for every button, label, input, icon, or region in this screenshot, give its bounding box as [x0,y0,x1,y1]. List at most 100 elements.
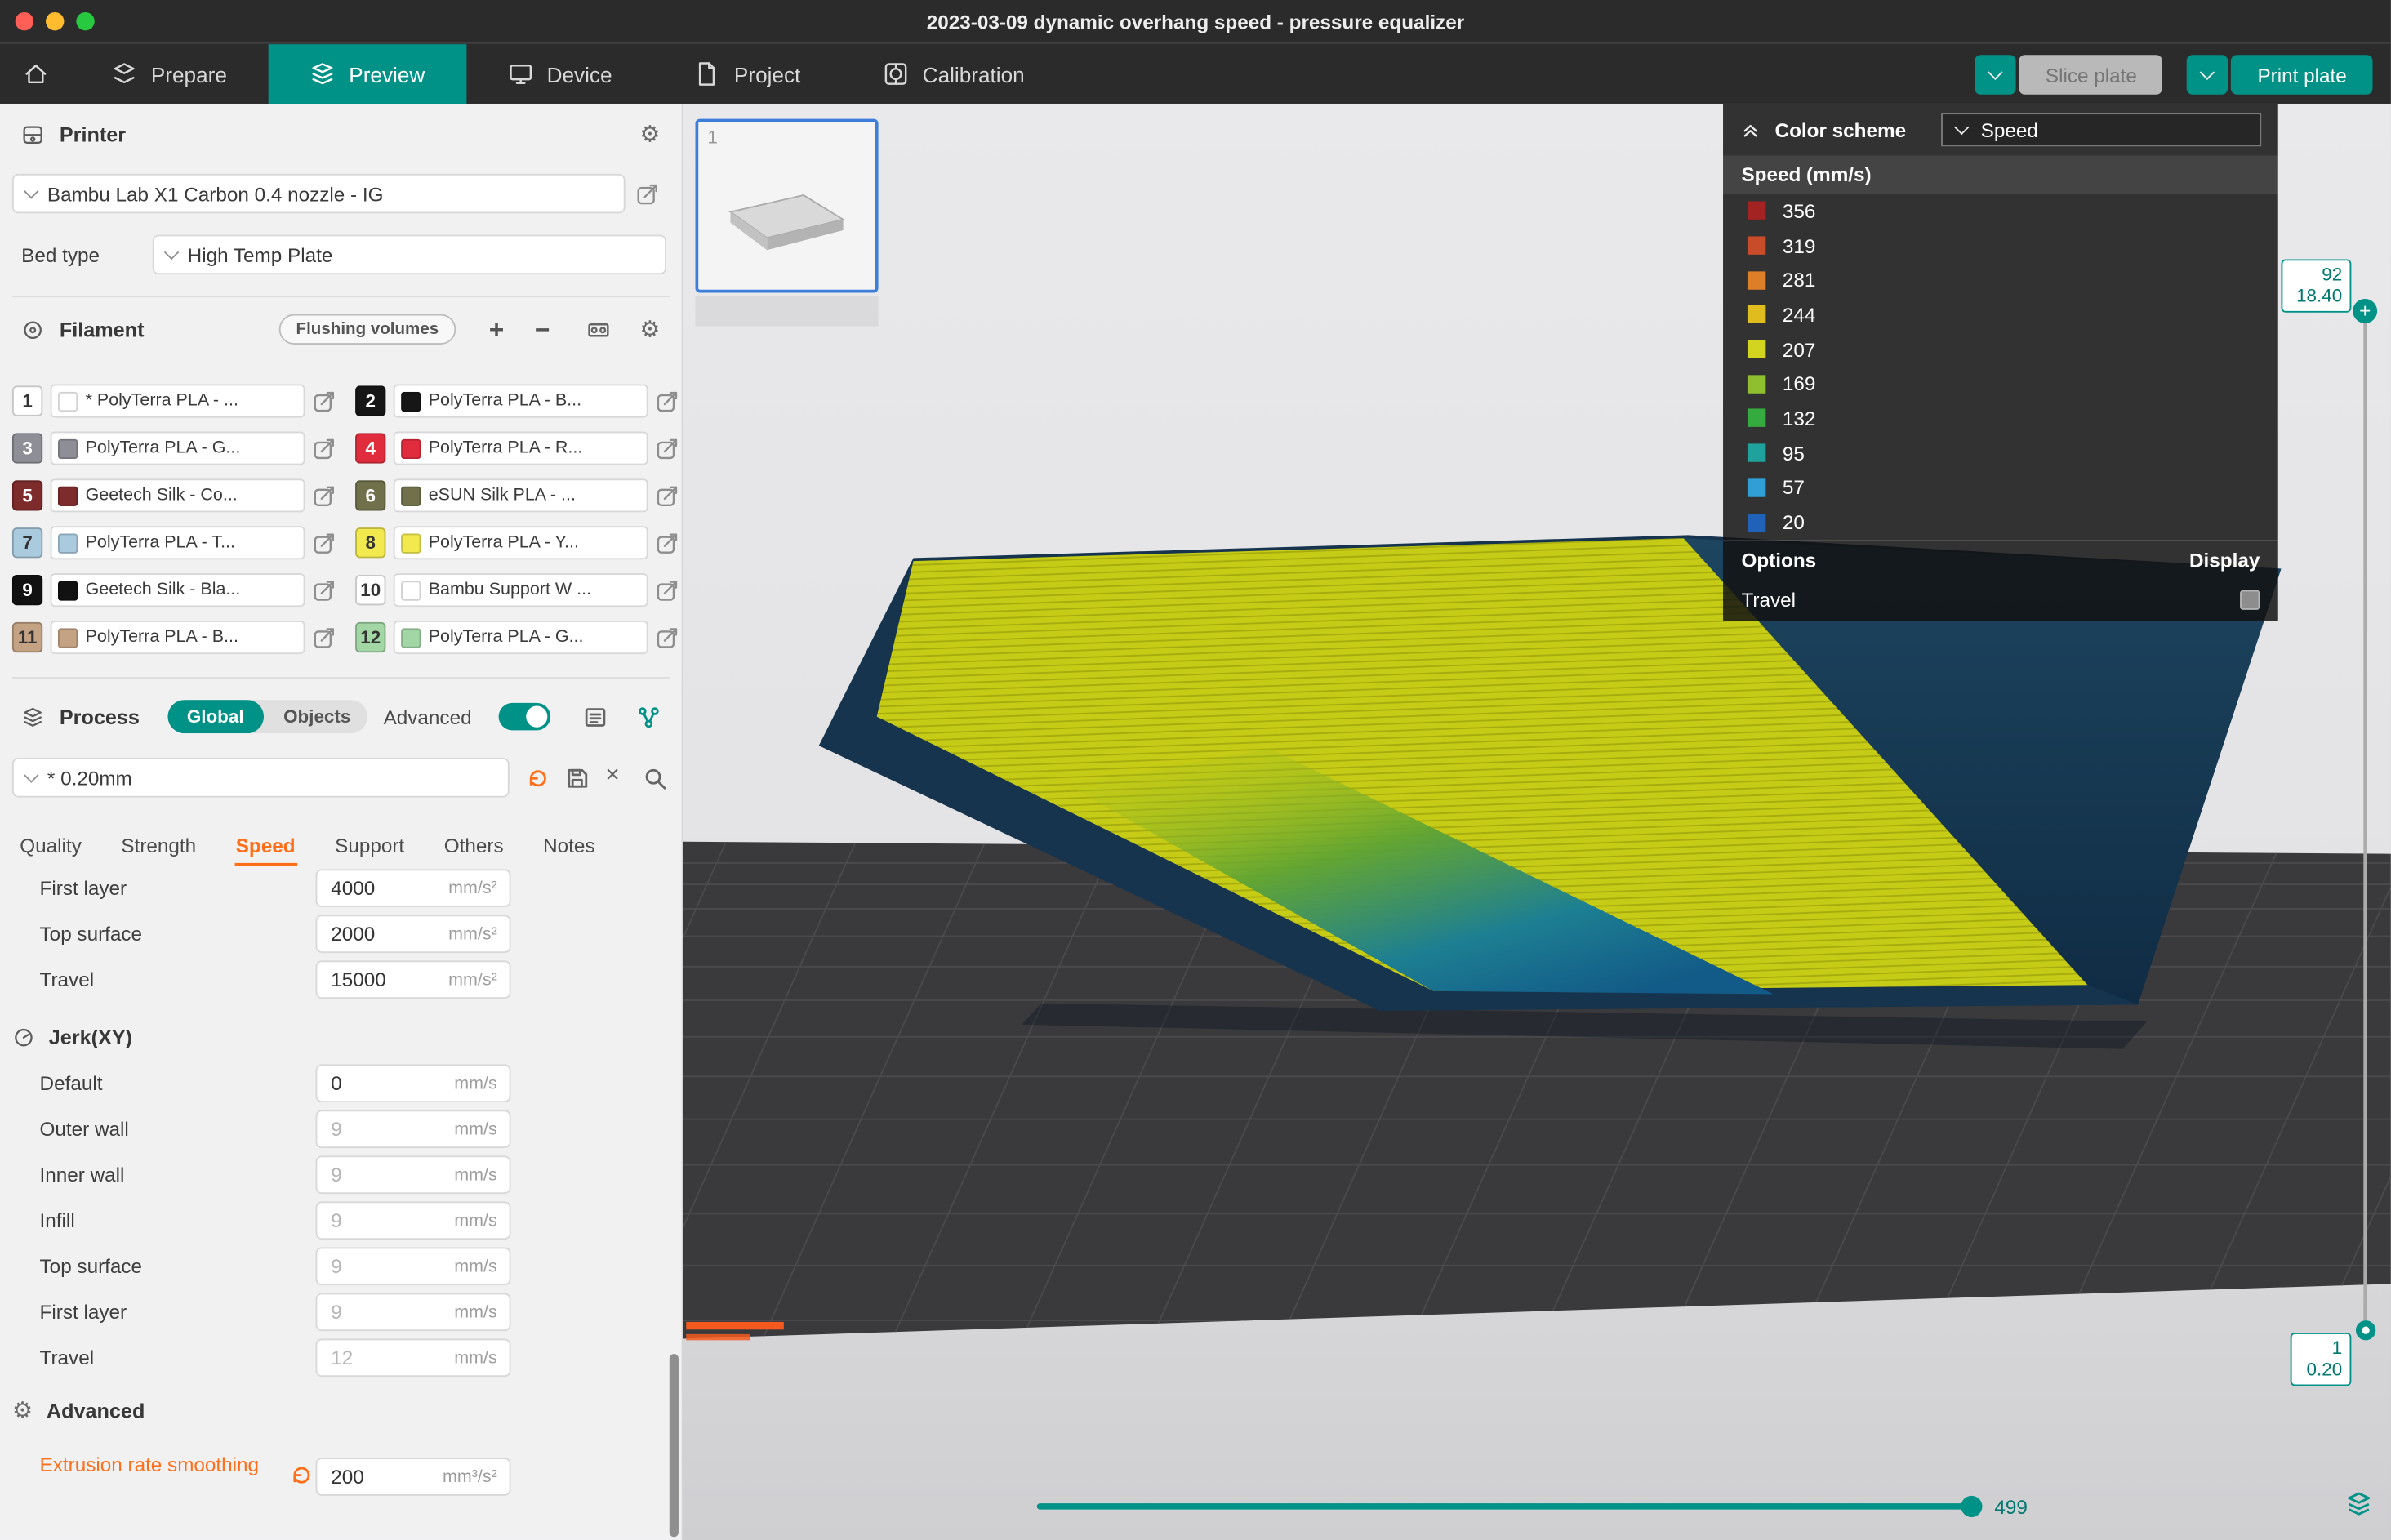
filament-index-badge[interactable]: 6 [355,480,385,510]
edit-filament-icon[interactable] [656,437,679,460]
edit-filament-icon[interactable] [656,484,679,507]
jerk-default-input[interactable]: 0mm/s [316,1064,511,1102]
filament-select[interactable]: PolyTerra PLA - Y... [394,526,648,559]
process-workflow-icon[interactable] [638,705,661,728]
plate-thumbnail[interactable]: 1 [695,119,878,293]
filament-select[interactable]: PolyTerra PLA - G... [394,621,648,654]
edit-filament-icon[interactable] [313,532,336,554]
edit-filament-icon[interactable] [313,389,336,412]
printer-preset-select[interactable]: Bambu Lab X1 Carbon 0.4 nozzle - IG [12,174,626,214]
tab-prepare[interactable]: Prepare [70,44,268,104]
filament-select[interactable]: PolyTerra PLA - R... [394,431,648,465]
filament-select[interactable]: Geetech Silk - Co... [51,478,305,512]
tab-project[interactable]: Project [653,44,842,104]
tab-support[interactable]: Support [315,826,425,863]
home-button[interactable] [0,44,70,104]
ams-icon[interactable] [586,318,609,340]
add-filament-button[interactable]: + [489,316,505,342]
collapse-panel-icon[interactable] [1740,119,1761,140]
filament-index-badge[interactable]: 7 [12,527,42,558]
jerk-top-surface-input[interactable]: 9mm/s [316,1247,511,1285]
filament-select[interactable]: PolyTerra PLA - G... [51,431,305,465]
layers-view-icon[interactable] [2345,1489,2373,1517]
tab-others[interactable]: Others [424,826,523,863]
jerk-section-title: Jerk(XY) [49,1026,132,1048]
filament-index-badge[interactable]: 11 [12,622,42,652]
filament-select[interactable]: * PolyTerra PLA - ... [51,385,305,418]
filament-settings-gear-icon[interactable]: ⚙ [639,318,660,340]
filament-index-badge[interactable]: 9 [12,575,42,605]
app-window: 2023-03-09 dynamic overhang speed - pres… [0,0,2391,1540]
sidebar-scrollbar[interactable] [670,1354,679,1537]
filament-index-badge[interactable]: 12 [355,622,385,652]
reset-preset-icon[interactable] [526,767,549,790]
advanced-section-gear-icon: ⚙ [12,1399,33,1422]
search-settings-icon[interactable] [643,767,666,790]
edit-filament-icon[interactable] [313,437,336,460]
flushing-volumes-button[interactable]: Flushing volumes [279,314,456,345]
zoom-window-button[interactable] [76,12,94,30]
move-slider-handle[interactable] [1961,1496,1982,1517]
slice-dropdown-button[interactable] [1975,55,2016,95]
jerk-travel-input[interactable]: 12mm/s [316,1338,511,1377]
bottom-layer-value: 1 [2300,1337,2342,1360]
edit-filament-icon[interactable] [656,389,679,412]
edit-filament-icon[interactable] [313,579,336,602]
process-preset-select[interactable]: * 0.20mm [12,758,510,798]
tab-strength[interactable]: Strength [101,826,216,863]
tab-preview[interactable]: Preview [268,44,465,104]
print-dropdown-button[interactable] [2188,55,2228,95]
tab-quality[interactable]: Quality [0,826,101,863]
travel-accel-input[interactable]: 15000mm/s² [316,960,511,999]
filament-select[interactable]: eSUN Silk PLA - ... [394,478,648,512]
edit-filament-icon[interactable] [656,626,679,649]
filament-select[interactable]: PolyTerra PLA - B... [51,621,305,654]
color-scheme-select[interactable]: Speed [1941,113,2261,146]
filament-index-badge[interactable]: 3 [12,433,42,463]
minimize-window-button[interactable] [46,12,64,30]
close-window-button[interactable] [16,12,33,30]
parameter-table-icon[interactable] [585,705,608,728]
edit-filament-icon[interactable] [656,579,679,602]
filament-index-badge[interactable]: 2 [355,385,385,416]
jerk-inner-wall-input[interactable]: 9mm/s [316,1155,511,1194]
printer-settings-gear-icon[interactable]: ⚙ [639,122,660,145]
edit-filament-icon[interactable] [313,484,336,507]
extrusion-rate-smoothing-input[interactable]: 200mm³/s² [316,1458,511,1496]
travel-checkbox[interactable] [2240,590,2260,610]
slice-plate-button[interactable]: Slice plate [2019,55,2162,95]
filament-select[interactable]: Bambu Support W ... [394,573,648,607]
filament-select[interactable]: PolyTerra PLA - B... [394,385,648,418]
print-plate-button[interactable]: Print plate [2232,55,2373,95]
filament-index-badge[interactable]: 10 [355,575,385,605]
filament-select[interactable]: PolyTerra PLA - T... [51,526,305,559]
jerk-first-layer-input[interactable]: 9mm/s [316,1293,511,1331]
top-surface-accel-input[interactable]: 2000mm/s² [316,915,511,953]
edit-filament-icon[interactable] [656,532,679,554]
save-preset-icon[interactable] [566,767,589,790]
close-settings-icon[interactable]: × [605,763,619,790]
first-layer-accel-input[interactable]: 4000mm/s² [316,869,511,907]
edit-printer-icon[interactable] [636,183,659,206]
edit-filament-icon[interactable] [313,626,336,649]
layer-slider-top-handle[interactable]: + [2353,299,2377,323]
filament-index-badge[interactable]: 4 [355,433,385,463]
tab-device[interactable]: Device [466,44,653,104]
bed-type-select[interactable]: High Temp Plate [153,235,666,275]
filament-select[interactable]: Geetech Silk - Bla... [51,573,305,607]
layer-slider-bottom-handle[interactable] [2356,1320,2375,1340]
move-slider-track[interactable] [1037,1503,1972,1509]
filament-index-badge[interactable]: 5 [12,480,42,510]
tab-calibration[interactable]: Calibration [842,44,1066,104]
jerk-infill-input[interactable]: 9mm/s [316,1201,511,1240]
tab-speed[interactable]: Speed [216,826,314,863]
process-scope-objects[interactable]: Objects [264,700,368,733]
tab-notes[interactable]: Notes [523,826,615,863]
remove-filament-button[interactable]: − [535,316,550,342]
advanced-toggle[interactable] [499,703,550,731]
filament-index-badge[interactable]: 1 [12,385,42,416]
layer-slider-track[interactable] [2363,311,2367,1320]
process-scope-global[interactable]: Global [167,700,264,733]
jerk-outer-wall-input[interactable]: 9mm/s [316,1110,511,1148]
filament-index-badge[interactable]: 8 [355,527,385,558]
